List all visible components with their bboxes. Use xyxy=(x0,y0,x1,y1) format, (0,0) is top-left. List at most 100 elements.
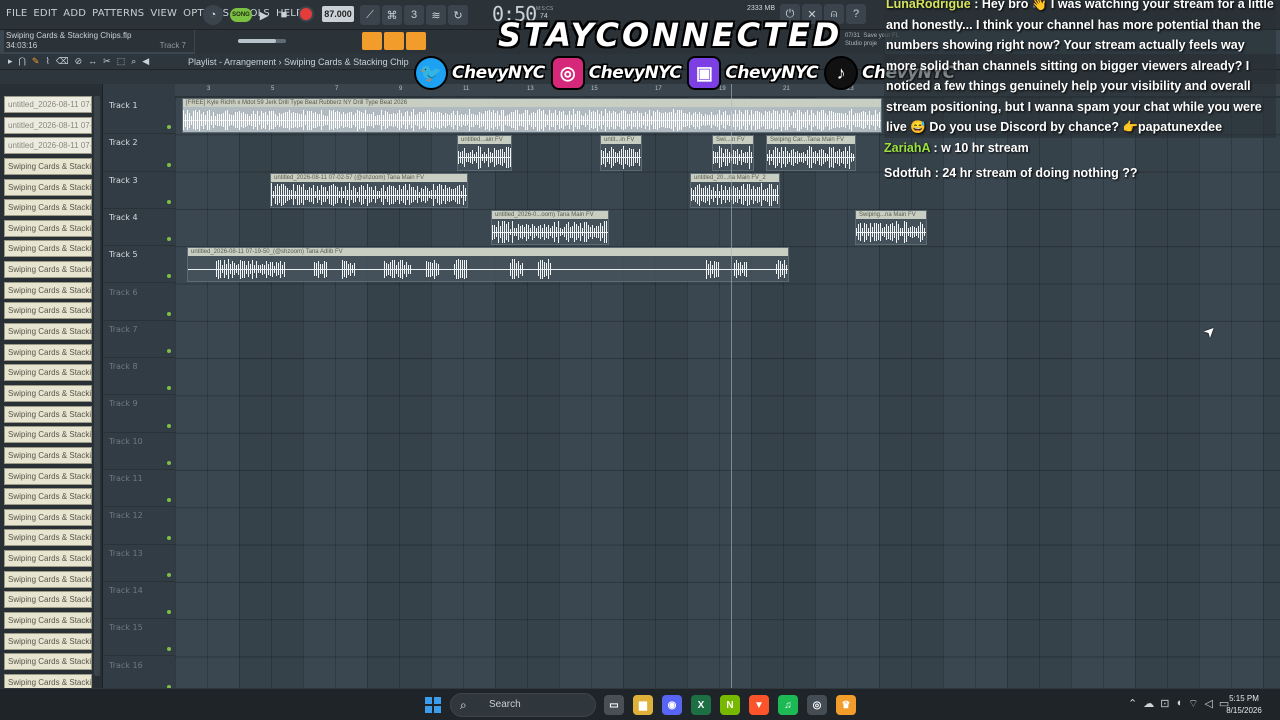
picker-item[interactable]: Swiping Cards & Stacking xyxy=(4,323,92,341)
picker-item[interactable]: Swiping Cards & Stacking xyxy=(4,199,92,217)
track-led-icon[interactable] xyxy=(167,460,171,465)
menu-file[interactable]: FILE xyxy=(6,8,27,19)
track-header[interactable]: Track 15 xyxy=(103,619,175,657)
track-header[interactable]: Track 14 xyxy=(103,582,175,620)
playback-icon[interactable]: ◀ xyxy=(142,56,149,67)
picker-item[interactable]: Swiping Cards & Stacking xyxy=(4,653,92,671)
wait-input-icon[interactable]: ⌘ xyxy=(382,5,402,25)
discord-icon[interactable]: ◉ xyxy=(662,695,682,715)
select-icon[interactable]: ⬚ xyxy=(117,56,126,67)
audio-clip[interactable]: untitled_20...na Main FV_2 xyxy=(690,172,780,208)
picker-item[interactable]: Swiping Cards & Stacking xyxy=(4,364,92,382)
picker-item[interactable]: Swiping Cards & Stacking xyxy=(4,612,92,630)
track-header[interactable]: Track 12 xyxy=(103,507,175,545)
track-led-icon[interactable] xyxy=(167,125,171,130)
fl-studio-icon[interactable]: ♛ xyxy=(836,695,856,715)
excel-icon[interactable]: X xyxy=(691,695,711,715)
play-button[interactable]: ▶ xyxy=(254,5,274,25)
magnet-icon[interactable]: ⋂ xyxy=(19,56,26,67)
brave-icon[interactable]: ▼ xyxy=(749,695,769,715)
snap-buttons[interactable] xyxy=(362,32,426,50)
spotify-icon[interactable]: ♫ xyxy=(778,695,798,715)
track-led-icon[interactable] xyxy=(167,423,171,428)
picker-item[interactable]: Swiping Cards & Stacking xyxy=(4,219,92,237)
track-led-icon[interactable] xyxy=(167,162,171,167)
arrow-icon[interactable]: ▸ xyxy=(8,56,13,67)
track-led-icon[interactable] xyxy=(167,199,171,204)
blend-notes-icon[interactable]: ≋ xyxy=(426,5,446,25)
track-led-icon[interactable] xyxy=(167,349,171,354)
track-header[interactable]: Track 6 xyxy=(103,284,175,321)
audio-clip[interactable]: Swiping...na Main FV xyxy=(855,209,927,246)
menu-edit[interactable]: EDIT xyxy=(33,8,57,19)
song-mode-toggle[interactable]: SONG xyxy=(230,8,252,22)
track-led-icon[interactable] xyxy=(167,610,171,615)
picker-item[interactable]: Swiping Cards & Stacking xyxy=(4,281,92,299)
picker-item[interactable]: Swiping Cards & Stacking xyxy=(4,632,92,650)
picker-item[interactable]: Swiping Cards & Stacking xyxy=(4,240,92,258)
picker-item[interactable]: Swiping Cards & Stacking xyxy=(4,570,92,588)
track-led-icon[interactable] xyxy=(167,647,171,652)
picker-item[interactable]: Swiping Cards & Stacking xyxy=(4,384,92,402)
taskbar-clock[interactable]: 5:15 PM 8/15/2026 xyxy=(1222,693,1266,717)
track-header[interactable]: Track 9 xyxy=(103,395,175,433)
playhead[interactable] xyxy=(731,84,732,688)
track-header[interactable]: Track 7 xyxy=(103,321,175,359)
file-explorer-icon[interactable]: ▭ xyxy=(604,695,624,715)
mic-tray-icon[interactable]: ◖ xyxy=(1175,697,1182,711)
picker-item[interactable]: Swiping Cards & Stacking xyxy=(4,508,92,526)
track-header[interactable]: Track 13 xyxy=(103,545,175,582)
tempo-display[interactable]: 87.000 xyxy=(322,6,354,22)
track-led-icon[interactable] xyxy=(167,386,171,391)
dial-icon[interactable]: ◔ xyxy=(203,5,223,25)
track-led-icon[interactable] xyxy=(167,535,171,540)
master-volume-slider[interactable] xyxy=(238,39,286,43)
picker-item[interactable]: Swiping Cards & Stacking xyxy=(4,178,92,196)
menu-add[interactable]: ADD xyxy=(63,8,86,19)
picker-item[interactable]: untitled_2026-08-11 07- xyxy=(4,116,92,134)
snap-button[interactable] xyxy=(362,32,382,50)
menu-view[interactable]: VIEW xyxy=(150,8,177,19)
pattern-button[interactable] xyxy=(406,32,426,50)
menu-patterns[interactable]: PATTERNS xyxy=(92,8,144,19)
track-led-icon[interactable] xyxy=(167,572,171,577)
picker-item[interactable]: Swiping Cards & Stacking xyxy=(4,343,92,361)
brush-icon[interactable]: ⌇ xyxy=(45,56,49,67)
picker-item[interactable]: Swiping Cards & Stacking xyxy=(4,488,92,506)
mute-icon[interactable]: ⊘ xyxy=(75,56,83,67)
track-header[interactable]: Track 5 xyxy=(103,246,175,284)
loop-record-icon[interactable]: ↻ xyxy=(448,5,468,25)
audio-clip[interactable]: untitled...ain FV xyxy=(457,135,512,171)
zoom-icon[interactable]: ⌕ xyxy=(131,56,136,67)
countdown-icon[interactable]: 3 xyxy=(404,5,424,25)
record-button[interactable] xyxy=(298,6,314,22)
audio-clip[interactable]: untitled_2026-08-11 07-02-57 (@shzoom) T… xyxy=(270,172,468,208)
folder-icon[interactable]: ▆ xyxy=(633,695,653,715)
picker-item[interactable]: Swiping Cards & Stacking xyxy=(4,426,92,444)
slip-icon[interactable]: ↔ xyxy=(88,56,97,67)
track-header[interactable]: Track 2 xyxy=(103,134,175,172)
track-header[interactable]: Track 11 xyxy=(103,470,175,508)
track-header[interactable]: Track 4 xyxy=(103,209,175,247)
nvidia-icon[interactable]: N xyxy=(720,695,740,715)
track-led-icon[interactable] xyxy=(167,311,171,316)
taskbar-search[interactable]: ⌕ Search xyxy=(450,693,596,717)
track-header[interactable]: Track 1 xyxy=(103,97,175,135)
picker-item[interactable]: Swiping Cards & Stacking xyxy=(4,261,92,279)
pencil-icon[interactable]: ✎ xyxy=(32,56,40,67)
audio-clip[interactable]: untitled_2026-0...oom) Tana Main FV xyxy=(491,209,609,246)
wifi-icon[interactable]: ⌔ xyxy=(1188,697,1198,711)
picker-item[interactable]: Swiping Cards & Stacking xyxy=(4,446,92,464)
picker-item[interactable]: Swiping Cards & Stacking xyxy=(4,591,92,609)
delete-icon[interactable]: ⌫ xyxy=(56,56,69,67)
picker-scrollbar[interactable] xyxy=(94,96,100,676)
picker-item[interactable]: untitled_2026-08-11 07- xyxy=(4,137,92,155)
picker-item[interactable]: Swiping Cards & Stacking xyxy=(4,467,92,485)
track-led-icon[interactable] xyxy=(167,274,171,279)
windows-start-icon[interactable] xyxy=(425,697,441,713)
audio-clip[interactable]: untitled_2026-08-11 07-19-50_(@shzoom) T… xyxy=(187,247,789,283)
picker-item[interactable]: Swiping Cards & Stacking xyxy=(4,405,92,423)
audio-clip[interactable]: [FREE] Kyle Richh x Mdot 59 Jerk Drill T… xyxy=(182,98,882,134)
picker-item[interactable]: Swiping Cards & Stacking xyxy=(4,550,92,568)
track-led-icon[interactable] xyxy=(167,237,171,242)
